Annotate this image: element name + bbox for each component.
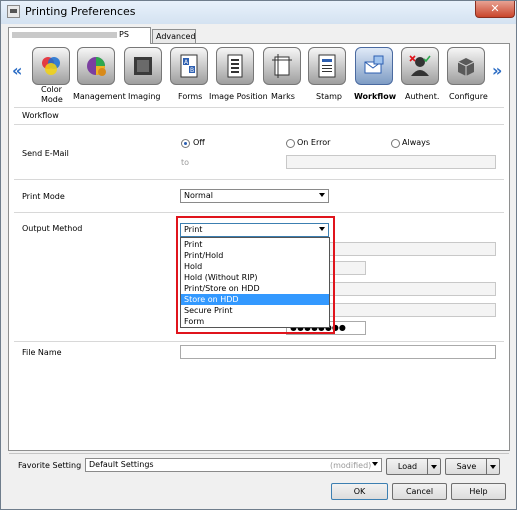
favorite-setting-label: Favorite Setting — [18, 461, 82, 470]
email-to-field[interactable] — [286, 155, 496, 169]
toolbar-color-mode-button[interactable] — [32, 47, 70, 85]
svg-text:B: B — [190, 67, 194, 74]
close-button[interactable]: ✕ — [475, 1, 515, 18]
toolbar-label-configure: Configure — [449, 92, 488, 101]
load-button[interactable]: Load — [386, 458, 441, 475]
toolbar-management-button[interactable] — [77, 47, 115, 85]
window-title: Printing Preferences — [25, 5, 136, 18]
toolbar-stamp-button[interactable] — [308, 47, 346, 85]
divider — [14, 124, 504, 125]
toolbar-forms-button[interactable]: AB — [170, 47, 208, 85]
divider — [14, 107, 504, 108]
toolbar-image-position-button[interactable] — [216, 47, 254, 85]
toolbar-label-image-position: Image Position — [209, 92, 268, 101]
email-to-label: to — [181, 158, 190, 167]
modified-indicator: (modified) — [330, 461, 372, 470]
marks-icon — [272, 54, 292, 78]
toolbar-label-workflow: Workflow — [354, 92, 397, 101]
file-name-field[interactable] — [180, 345, 496, 359]
divider — [9, 453, 509, 454]
output-method-label: Output Method — [22, 224, 83, 233]
redacted-printer-name — [12, 31, 117, 38]
management-icon — [87, 57, 106, 76]
file-name-label: File Name — [22, 348, 62, 357]
toolbar-label-color-line1: Color — [41, 85, 62, 94]
radio-always[interactable] — [391, 139, 400, 148]
stamp-icon — [318, 54, 336, 78]
section-title: Workflow — [22, 111, 59, 120]
image-position-icon — [227, 54, 243, 78]
toolbar-label-forms: Forms — [178, 92, 203, 101]
print-mode-select[interactable]: Normal — [180, 189, 329, 203]
color-mode-icon — [42, 57, 60, 75]
radio-off[interactable] — [181, 139, 190, 148]
toolbar-label-stamp: Stamp — [316, 92, 342, 101]
cancel-button[interactable]: Cancel — [392, 483, 447, 500]
toolbar-workflow-button[interactable] — [355, 47, 393, 85]
toolbar-label-authentication: Authent. — [405, 92, 440, 101]
chevron-down-icon[interactable] — [486, 459, 499, 474]
divider — [14, 212, 504, 213]
toolbar-configure-button[interactable] — [447, 47, 485, 85]
help-button[interactable]: Help — [451, 483, 506, 500]
chevron-down-icon — [372, 462, 378, 466]
tab-ps[interactable]: PS — [8, 27, 151, 44]
authentication-icon — [409, 55, 431, 76]
divider — [14, 341, 504, 342]
title-bar: Printing Preferences ✕ — [1, 1, 516, 24]
ok-button[interactable]: OK — [331, 483, 388, 500]
send-email-label: Send E-Mail — [22, 149, 69, 158]
scroll-left-arrow-icon[interactable]: « — [12, 61, 22, 80]
printer-icon — [7, 5, 20, 18]
radio-on-error[interactable] — [286, 139, 295, 148]
toolbar-label-marks: Marks — [271, 92, 295, 101]
chevron-down-icon[interactable] — [427, 459, 440, 474]
toolbar-label-color-line2: Mode — [41, 95, 63, 104]
workflow-icon — [364, 55, 384, 74]
toolbar-label-imaging: Imaging — [128, 92, 161, 101]
forms-icon: AB — [180, 54, 198, 78]
chevron-down-icon — [319, 193, 325, 197]
scroll-right-arrow-icon[interactable]: » — [492, 61, 502, 80]
radio-always-label: Always — [402, 138, 431, 147]
highlight-annotation-box — [176, 216, 335, 334]
toolbar-authentication-button[interactable] — [401, 47, 439, 85]
toolbar-label-management: Management — [73, 92, 126, 101]
toolbar-imaging-button[interactable] — [124, 47, 162, 85]
radio-off-label: Off — [193, 138, 205, 147]
configure-icon — [457, 58, 475, 76]
print-mode-label: Print Mode — [22, 192, 65, 201]
divider — [14, 179, 504, 180]
save-button[interactable]: Save — [445, 458, 500, 475]
printing-preferences-window: Printing Preferences ✕ PS Advanced « » A… — [0, 0, 517, 510]
radio-on-error-label: On Error — [297, 138, 331, 147]
imaging-icon — [134, 57, 152, 75]
favorite-setting-select[interactable]: Default Settings (modified) — [85, 458, 382, 472]
toolbar-marks-button[interactable] — [263, 47, 301, 85]
